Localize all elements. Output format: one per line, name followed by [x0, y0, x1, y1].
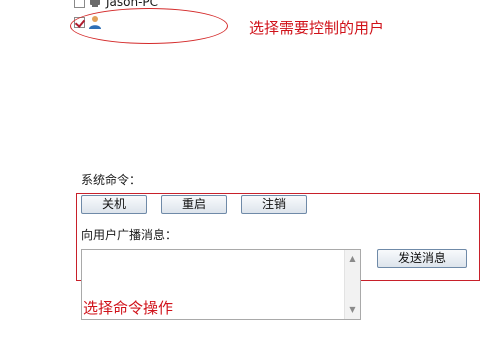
- annotation-select-command: 选择命令操作: [83, 299, 174, 317]
- system-commands-label: 系统命令：: [81, 173, 142, 187]
- shutdown-button[interactable]: 关机: [81, 195, 147, 214]
- annotation-ellipse: [70, 8, 228, 44]
- computer-user-icon: [90, 0, 100, 7]
- restart-button[interactable]: 重启: [161, 195, 227, 214]
- broadcast-label: 向用户广播消息：: [81, 228, 178, 242]
- annotation-select-users: 选择需要控制的用户: [249, 19, 385, 37]
- scroll-down-icon[interactable]: ▼: [345, 303, 360, 317]
- message-scrollbar[interactable]: ▲ ▼: [344, 250, 360, 319]
- user-checkbox[interactable]: [74, 0, 85, 8]
- logoff-button[interactable]: 注销: [241, 195, 307, 214]
- scroll-up-icon[interactable]: ▲: [345, 252, 360, 266]
- send-message-button[interactable]: 发送消息: [377, 249, 467, 268]
